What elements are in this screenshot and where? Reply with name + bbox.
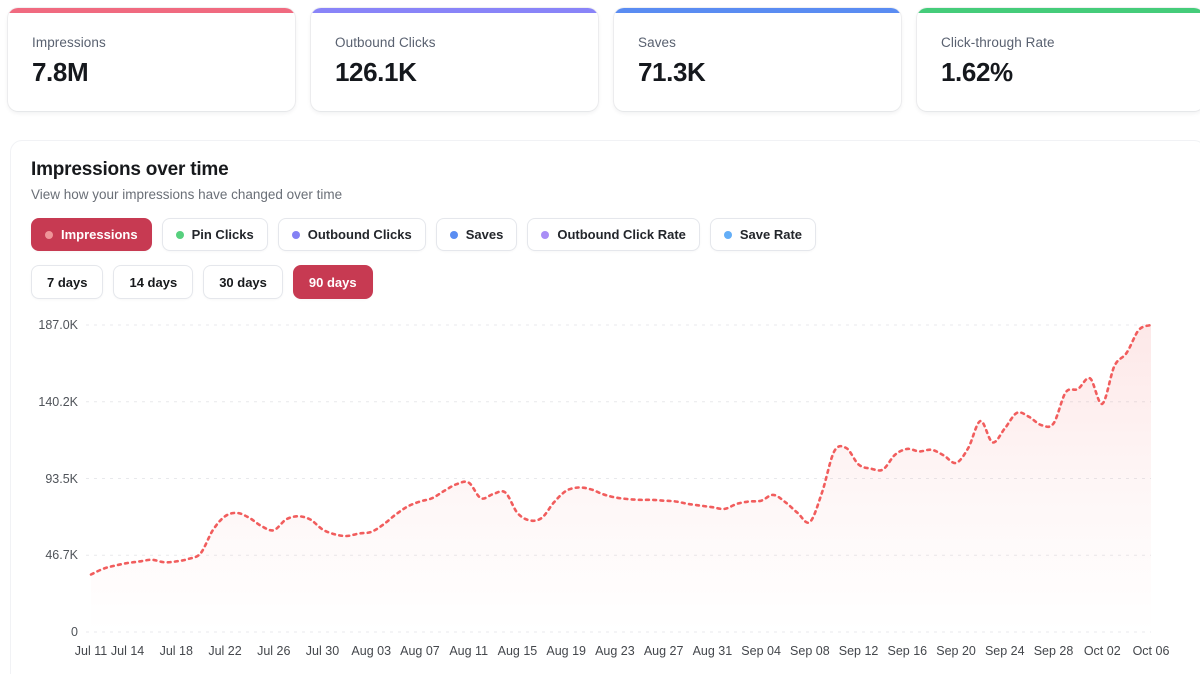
impressions-chart: 187.0K 140.2K 93.5K 46.7K 0 Jul 11 Jul 14 Jul … [31,315,1200,674]
x-axis-tick-label: Aug 19 [546,644,586,658]
card-label: Click-through Rate [941,35,1180,50]
chip-outbound-click-rate[interactable]: Outbound Click Rate [527,218,700,251]
x-axis-tick-label: Sep 28 [1034,644,1074,658]
range-button-7-days[interactable]: 7 days [31,265,103,299]
chip-saves[interactable]: Saves [436,218,518,251]
chart-x-axis-labels: Jul 11Jul 14Jul 18Jul 22Jul 26Jul 30Aug … [86,644,1161,664]
x-axis-tick-label: Aug 31 [693,644,733,658]
x-axis-tick-label: Aug 23 [595,644,635,658]
stat-card-click-through-rate: Click-through Rate 1.62% [917,8,1200,111]
section-title: Impressions over time [31,159,1200,181]
chip-label: Impressions [61,227,138,242]
y-axis-tick-label: 140.2K [31,395,78,409]
range-button-90-days[interactable]: 90 days [293,265,373,299]
chip-pin-clicks[interactable]: Pin Clicks [162,218,268,251]
x-axis-tick-label: Aug 03 [351,644,391,658]
x-axis-tick-label: Sep 16 [888,644,928,658]
x-axis-tick-label: Sep 24 [985,644,1025,658]
y-axis-tick-label: 0 [31,625,78,639]
y-axis-tick-label: 187.0K [31,318,78,332]
x-axis-tick-label: Aug 11 [449,644,488,658]
stats-cards-row: Impressions 7.8M Outbound Clicks 126.1K … [0,0,1200,111]
card-accent-bar [8,8,295,13]
metric-chips-row: Impressions Pin Clicks Outbound Clicks S… [31,218,1200,251]
outbound-clicks-dot-icon [292,231,300,239]
save-rate-dot-icon [724,231,732,239]
chip-label: Outbound Clicks [308,227,412,242]
x-axis-tick-label: Jul 26 [257,644,290,658]
impressions-over-time-section: Impressions over time View how your impr… [10,140,1200,674]
card-value: 1.62% [941,57,1180,88]
card-value: 71.3K [638,57,877,88]
card-label: Saves [638,35,877,50]
x-axis-tick-label: Oct 02 [1084,644,1121,658]
x-axis-tick-label: Jul 11 [75,644,107,658]
card-label: Outbound Clicks [335,35,574,50]
x-axis-tick-label: Oct 06 [1133,644,1170,658]
x-axis-tick-label: Sep 20 [936,644,976,658]
x-axis-tick-label: Sep 08 [790,644,830,658]
x-axis-tick-label: Jul 30 [306,644,339,658]
y-axis-tick-label: 93.5K [31,472,78,486]
card-value: 7.8M [32,57,271,88]
x-axis-tick-label: Aug 15 [498,644,538,658]
x-axis-tick-label: Sep 04 [741,644,781,658]
outbound-click-rate-dot-icon [541,231,549,239]
y-axis-tick-label: 46.7K [31,548,78,562]
stat-card-impressions: Impressions 7.8M [8,8,295,111]
x-axis-tick-label: Jul 22 [208,644,241,658]
stat-card-saves: Saves 71.3K [614,8,901,111]
x-axis-tick-label: Jul 14 [111,644,144,658]
card-label: Impressions [32,35,271,50]
card-accent-bar [614,8,901,13]
range-button-30-days[interactable]: 30 days [203,265,283,299]
impressions-line-chart [86,315,1161,637]
card-accent-bar [917,8,1200,13]
time-range-buttons-row: 7 days 14 days 30 days 90 days [31,265,1200,299]
impressions-dot-icon [45,231,53,239]
pin-clicks-dot-icon [176,231,184,239]
x-axis-tick-label: Aug 27 [644,644,684,658]
section-subtitle: View how your impressions have changed o… [31,187,1200,202]
card-value: 126.1K [335,57,574,88]
range-button-14-days[interactable]: 14 days [113,265,193,299]
card-accent-bar [311,8,598,13]
x-axis-tick-label: Aug 07 [400,644,440,658]
chip-label: Save Rate [740,227,802,242]
x-axis-tick-label: Jul 18 [160,644,193,658]
saves-dot-icon [450,231,458,239]
chip-label: Outbound Click Rate [557,227,686,242]
stat-card-outbound-clicks: Outbound Clicks 126.1K [311,8,598,111]
chip-save-rate[interactable]: Save Rate [710,218,816,251]
chip-label: Saves [466,227,504,242]
chip-outbound-clicks[interactable]: Outbound Clicks [278,218,426,251]
chip-impressions[interactable]: Impressions [31,218,152,251]
x-axis-tick-label: Sep 12 [839,644,879,658]
chip-label: Pin Clicks [192,227,254,242]
